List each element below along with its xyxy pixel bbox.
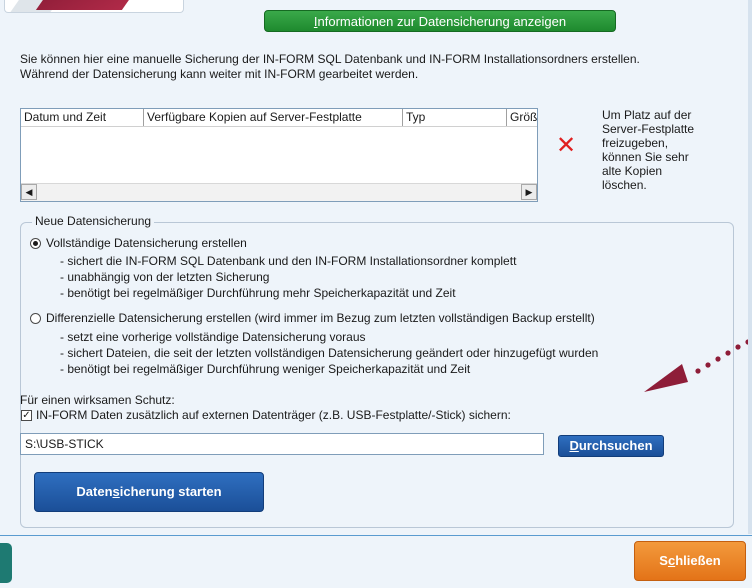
full-backup-note: - benötigt bei regelmäßiger Durchführung… bbox=[60, 286, 456, 300]
close-button[interactable]: Schließen bbox=[634, 541, 746, 581]
protection-label: Für einen wirksamen Schutz: bbox=[20, 393, 175, 407]
column-header-size[interactable]: Größe bbox=[507, 109, 537, 126]
table-header: Datum und Zeit Verfügbare Kopien auf Ser… bbox=[21, 109, 537, 127]
delete-copies-icon[interactable]: ✕ bbox=[556, 134, 576, 158]
differential-backup-note: - setzt eine vorherige vollständige Date… bbox=[60, 330, 366, 344]
delete-hint-line: Um Platz auf der bbox=[602, 108, 692, 122]
window-edge bbox=[748, 0, 752, 534]
footer-divider bbox=[0, 535, 752, 536]
show-backup-info-button[interactable]: Informationen zur Datensicherung anzeige… bbox=[264, 10, 616, 32]
full-backup-radio[interactable] bbox=[30, 238, 41, 249]
external-backup-label[interactable]: IN-FORM Daten zusätzlich auf externen Da… bbox=[36, 408, 511, 422]
delete-hint-line: freizugeben, bbox=[602, 136, 669, 150]
external-backup-checkbox[interactable]: ✓ bbox=[21, 410, 32, 421]
annotation-arrow-icon bbox=[644, 339, 751, 392]
differential-backup-label[interactable]: Differenzielle Datensicherung erstellen … bbox=[46, 311, 595, 325]
full-backup-note: - unabhängig von der letzten Sicherung bbox=[60, 270, 270, 284]
description-line-2: Während der Datensicherung kann weiter m… bbox=[20, 67, 419, 81]
backup-description: Sie können hier eine manuelle Sicherung … bbox=[20, 52, 740, 82]
start-backup-button[interactable]: Datensicherung starten bbox=[34, 472, 264, 512]
differential-backup-note: - sichert Dateien, die seit der letzten … bbox=[60, 346, 599, 360]
scroll-left-icon[interactable]: ◀ bbox=[21, 184, 37, 200]
differential-backup-radio[interactable] bbox=[30, 313, 41, 324]
delete-hint-text: Um Platz auf der Server-Festplatte freiz… bbox=[602, 108, 722, 192]
full-backup-note: - sichert die IN-FORM SQL Datenbank und … bbox=[60, 254, 517, 268]
delete-hint-line: Server-Festplatte bbox=[602, 122, 695, 136]
new-backup-legend: Neue Datensicherung bbox=[32, 214, 155, 228]
description-line-1: Sie können hier eine manuelle Sicherung … bbox=[20, 52, 640, 66]
delete-hint-line: alte Kopien bbox=[602, 164, 663, 178]
backup-copies-table[interactable]: Datum und Zeit Verfügbare Kopien auf Ser… bbox=[20, 108, 538, 202]
browse-button[interactable]: Durchsuchen bbox=[558, 435, 664, 457]
backup-path-input[interactable] bbox=[20, 433, 544, 455]
horizontal-scrollbar[interactable]: ◀ ▶ bbox=[21, 183, 537, 201]
full-backup-label[interactable]: Vollständige Datensicherung erstellen bbox=[46, 236, 247, 250]
differential-backup-note: - benötigt bei regelmäßiger Durchführung… bbox=[60, 362, 471, 376]
delete-hint-line: löschen. bbox=[602, 178, 647, 192]
column-header-date[interactable]: Datum und Zeit bbox=[21, 109, 144, 126]
delete-hint-line: können Sie sehr bbox=[602, 150, 689, 164]
scroll-right-icon[interactable]: ▶ bbox=[521, 184, 537, 200]
column-header-type[interactable]: Typ bbox=[403, 109, 507, 126]
side-tab-button[interactable] bbox=[0, 543, 12, 583]
app-logo bbox=[4, 0, 184, 13]
column-header-copies[interactable]: Verfügbare Kopien auf Server-Festplatte bbox=[144, 109, 403, 126]
